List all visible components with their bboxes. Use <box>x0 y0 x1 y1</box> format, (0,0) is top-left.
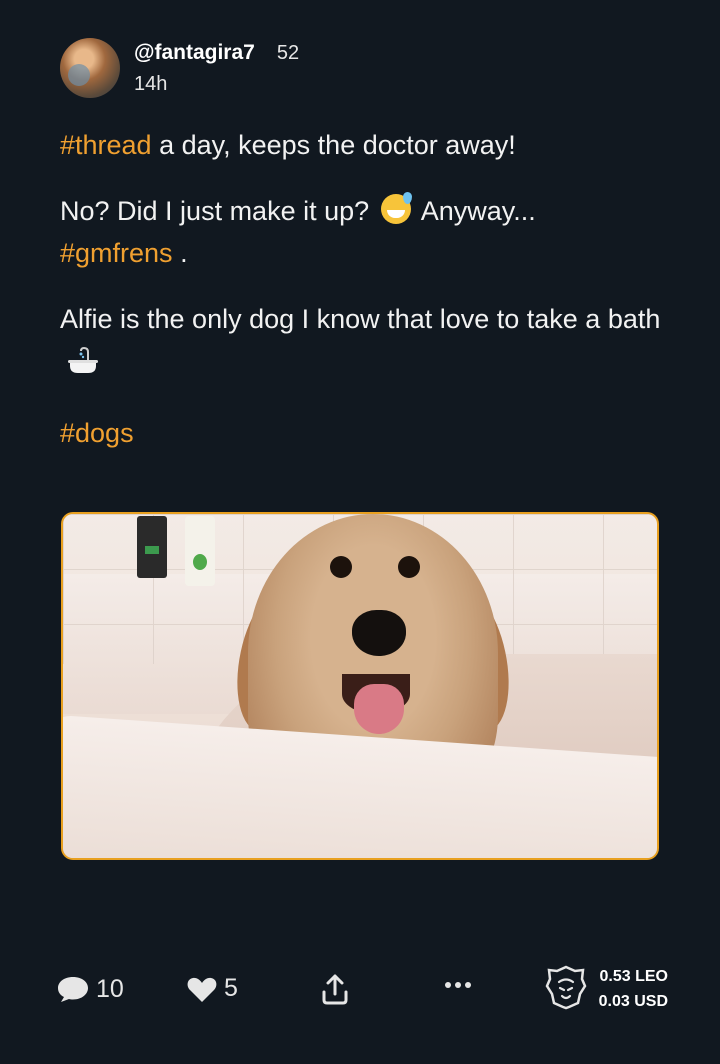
timestamp: 14h <box>134 72 168 95</box>
comments-button[interactable]: 10 <box>56 974 124 1004</box>
earnings: 0.53 LEO 0.03 USD <box>594 964 668 1014</box>
hashtag-thread[interactable]: #thread <box>60 130 152 160</box>
comment-bubble-icon <box>56 974 90 1004</box>
dog-eye-left <box>330 556 352 578</box>
user-line: @fantagira7 52 <box>134 41 299 65</box>
sweat-smile-emoji-icon <box>380 192 412 224</box>
dog-nose <box>352 610 406 656</box>
bathtub-emoji-icon <box>66 346 100 388</box>
shampoo-bottle-white <box>185 516 215 586</box>
comments-count: 10 <box>96 974 124 1003</box>
dog-eye-right <box>398 556 420 578</box>
username[interactable]: @fantagira7 <box>134 41 255 65</box>
earnings-leo: 0.53 LEO <box>599 968 668 985</box>
hashtag-gmfrens[interactable]: #gmfrens <box>60 238 173 268</box>
heart-icon <box>186 975 218 1003</box>
post-actions: 10 5 0.53 LEO 0.03 USD <box>0 960 720 1020</box>
paragraph-1-text: a day, keeps the doctor away! <box>151 130 516 160</box>
likes-count: 5 <box>224 974 238 1002</box>
leo-lion-logo-icon <box>545 964 587 1010</box>
paragraph-2: No? Did I just make it up? Anyway... #gmf… <box>60 190 670 274</box>
post-header: @fantagira7 52 14h <box>60 38 299 98</box>
reputation-score: 52 <box>276 41 300 64</box>
paragraph-2-text-a: No? Did I just make it up? <box>60 196 370 226</box>
hashtag-dogs[interactable]: #dogs <box>60 418 134 448</box>
share-button[interactable] <box>320 972 350 1006</box>
paragraph-2-text-b: Anyway... <box>420 196 536 226</box>
paragraph-3: Alfie is the only dog I know that love t… <box>60 298 670 388</box>
user-meta: @fantagira7 52 14h <box>134 41 299 96</box>
paragraph-4: #dogs <box>60 412 670 454</box>
avatar[interactable] <box>60 38 120 98</box>
earnings-usd: 0.03 USD <box>598 993 668 1010</box>
more-options-button[interactable] <box>444 980 472 990</box>
like-button[interactable]: 5 <box>186 974 238 1003</box>
more-dots-icon <box>444 980 472 990</box>
share-upload-icon <box>320 972 350 1006</box>
paragraph-3-text: Alfie is the only dog I know that love t… <box>60 304 661 334</box>
post-image-dog-in-bathtub[interactable] <box>61 512 659 860</box>
paragraph-1: #thread a day, keeps the doctor away! <box>60 124 670 166</box>
paragraph-2-tail: . <box>172 238 188 268</box>
shampoo-bottle-dark <box>137 516 167 578</box>
dog-tongue <box>354 684 404 734</box>
post-body: #thread a day, keeps the doctor away! No… <box>60 124 670 478</box>
